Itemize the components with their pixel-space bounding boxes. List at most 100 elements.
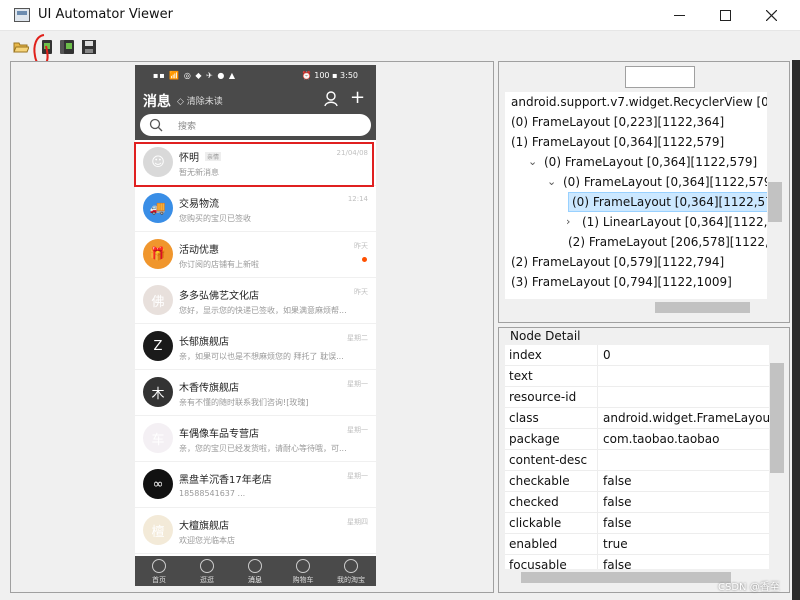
message-row[interactable]: 🎁 活动优惠 你订阅的店铺有上新啦 昨天 [135, 232, 376, 278]
message-row[interactable]: 车车偶像车品专营店 亲，您的宝贝已经发货啦，请耐心等待哦，可... 星期一 [135, 416, 376, 462]
tree-node[interactable]: (1) FrameLayout [0,364][1122,579] [511, 132, 724, 152]
tree-search-input[interactable] [625, 66, 695, 88]
property-value: com.taobao.taobao [603, 432, 720, 446]
message-sender: 大檀旗舰店 [179, 521, 229, 532]
column-divider [597, 387, 598, 408]
tree-node[interactable]: (2) FrameLayout [206,578][1122,57 [568, 232, 767, 252]
open-folder-button[interactable] [12, 38, 30, 56]
tree-hscroll-thumb[interactable] [655, 302, 750, 313]
column-divider [597, 366, 598, 387]
collapse-caret-icon[interactable]: › [566, 212, 570, 232]
column-divider [597, 471, 598, 492]
unread-dot [362, 257, 367, 262]
tree-node[interactable]: (0) FrameLayout [0,364][1122,579] [563, 172, 767, 192]
message-preview: 您好，显示您的快递已签收，如果满意麻烦帮... [179, 306, 347, 315]
add-icon[interactable]: + [350, 89, 365, 107]
property-row[interactable]: enabled true [505, 534, 769, 555]
close-button[interactable] [748, 0, 794, 31]
column-divider [597, 429, 598, 450]
minimize-button[interactable] [656, 0, 702, 31]
phone-tab[interactable]: 逛逛 [183, 556, 231, 586]
property-row[interactable]: checked false [505, 492, 769, 513]
maximize-icon [719, 10, 731, 21]
left-edge [0, 60, 8, 600]
column-divider [597, 513, 598, 534]
phone-search-bar[interactable]: 搜索 [140, 114, 371, 136]
maximize-button[interactable] [702, 0, 748, 31]
tree-horizontal-scrollbar[interactable] [505, 299, 767, 316]
selected-node-highlight [134, 142, 374, 187]
property-key: resource-id [509, 390, 577, 404]
tree-node[interactable]: (0) FrameLayout [0,223][1122,364] [511, 112, 724, 132]
clear-unread-button[interactable]: ◇ 清除未读 [177, 94, 223, 107]
property-row[interactable]: focusable false [505, 555, 769, 569]
app-window: UI Automator Viewer ▪▪ 📶 ◎ ◆ ✈ ● ▲ ⏰ 100… [0, 0, 800, 600]
phone-tab[interactable]: 首页 [135, 556, 183, 586]
message-preview: 亲，您的宝贝已经发货啦，请耐心等待哦，可... [179, 444, 347, 453]
tree-node[interactable]: (3) FrameLayout [0,794][1122,1009] [511, 272, 732, 292]
property-key: checked [509, 495, 559, 509]
phone-tab-icon [152, 559, 166, 573]
message-sender: 多多弘佛艺文化店 [179, 291, 259, 302]
message-preview: 亲有不懂的随时联系我们咨询![玫瑰] [179, 398, 309, 407]
contacts-icon[interactable] [324, 91, 340, 107]
node-detail-table[interactable]: index 0 text resource-id class android.widget… [505, 345, 769, 569]
tree-node[interactable]: (1) LinearLayout [0,364][1122,579] [582, 212, 767, 232]
message-row[interactable]: Z 长郁旗舰店 亲，如果可以也是不想麻烦您的 拜托了 耽误... 星期二 [135, 324, 376, 370]
property-value: false [603, 516, 632, 530]
tree-scroll-thumb[interactable] [768, 182, 782, 222]
property-row[interactable]: text [505, 366, 769, 387]
column-divider [597, 492, 598, 513]
property-row[interactable]: resource-id [505, 387, 769, 408]
open-folder-icon [13, 42, 29, 53]
toolbar [0, 32, 800, 60]
message-sender: 木香传旗舰店 [179, 383, 239, 394]
message-avatar: 木 [143, 377, 173, 407]
property-row[interactable]: class android.widget.FrameLayout [505, 408, 769, 429]
message-row[interactable]: 檀大檀旗舰店 欢迎您光临本店 星期四 [135, 508, 376, 554]
property-key: package [509, 432, 560, 446]
column-divider [597, 450, 598, 471]
tree-vertical-scrollbar[interactable] [767, 92, 783, 299]
save-icon [82, 40, 96, 54]
property-row[interactable]: index 0 [505, 345, 769, 366]
phone-tab-label: 我的淘宝 [337, 576, 365, 584]
tree-node[interactable]: (0) FrameLayout [0,364][1122,579] [544, 152, 757, 172]
message-row[interactable]: ∞ 黑盘羊沉香17年老店 18588541637 ... 星期一 [135, 462, 376, 508]
property-key: enabled [509, 537, 558, 551]
property-value: false [603, 495, 632, 509]
message-row[interactable]: 木木香传旗舰店 亲有不懂的随时联系我们咨询![玫瑰] 星期一 [135, 370, 376, 416]
column-divider [597, 408, 598, 429]
phone-tab[interactable]: 购物车 [279, 556, 327, 586]
detail-scroll-thumb[interactable] [770, 363, 784, 473]
message-time: 昨天 [354, 288, 368, 296]
property-value: false [603, 474, 632, 488]
phone-tab[interactable]: 消息 [231, 556, 279, 586]
tree-node[interactable]: (0) FrameLayout [0,364][1122,579] [568, 192, 767, 212]
property-key: class [509, 411, 539, 425]
save-button[interactable] [80, 38, 98, 56]
message-preview: 亲，如果可以也是不想麻烦您的 拜托了 耽误... [179, 352, 344, 361]
close-icon [765, 10, 777, 21]
property-row[interactable]: clickable false [505, 513, 769, 534]
message-time: 星期一 [347, 472, 368, 480]
device-screenshot-compressed-button[interactable] [58, 38, 76, 56]
expand-caret-icon[interactable]: ⌄ [528, 152, 537, 172]
phone-tab[interactable]: 我的淘宝 [327, 556, 375, 586]
watermark: CSDN @香至 [718, 582, 780, 593]
tree-node[interactable]: (2) FrameLayout [0,579][1122,794] [511, 252, 724, 272]
column-divider [597, 555, 598, 569]
property-key: content-desc [509, 453, 588, 467]
detail-hscroll-thumb[interactable] [521, 572, 731, 583]
expand-caret-icon[interactable]: ⌄ [547, 172, 556, 192]
message-row[interactable]: 🚚 交易物流 您购买的宝贝已签收 12:14 [135, 186, 376, 232]
property-row[interactable]: content-desc [505, 450, 769, 471]
tree-node[interactable]: android.support.v7.widget.RecyclerView [… [511, 92, 767, 112]
property-row[interactable]: package com.taobao.taobao [505, 429, 769, 450]
property-row[interactable]: checkable false [505, 471, 769, 492]
background-editor-edge [792, 60, 800, 600]
phone-tab-icon [344, 559, 358, 573]
message-row[interactable]: 佛多多弘佛艺文化店 您好，显示您的快递已签收，如果满意麻烦帮... 昨天 [135, 278, 376, 324]
detail-vertical-scrollbar[interactable] [769, 345, 785, 569]
hierarchy-tree[interactable]: android.support.v7.widget.RecyclerView [… [505, 92, 767, 299]
